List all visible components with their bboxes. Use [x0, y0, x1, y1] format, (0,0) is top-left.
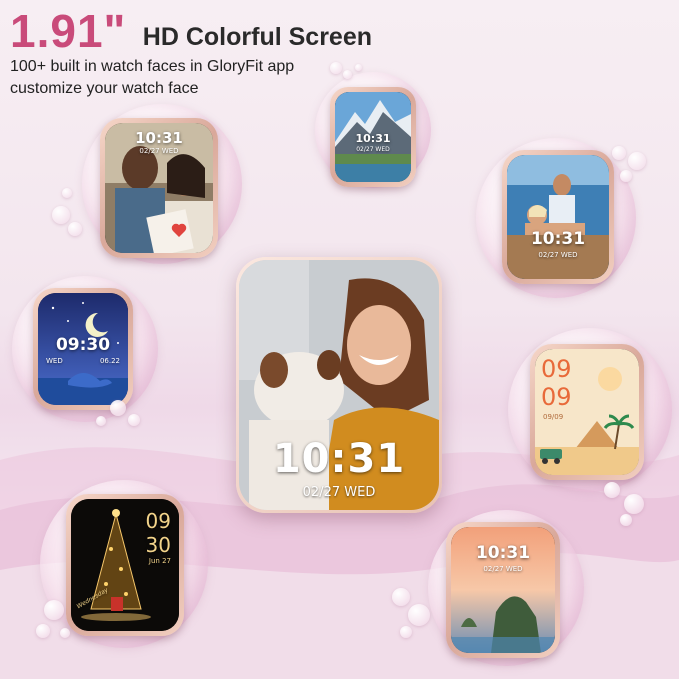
decor-bubble — [128, 414, 140, 426]
decor-bubble — [620, 170, 632, 182]
watch-hour: 09 — [541, 355, 572, 383]
watch-screen: 09 09 09/09 — [535, 349, 639, 475]
watch-date: 02/27 WED — [538, 251, 578, 259]
watch-face-main[interactable]: 10:31 02/27 WED — [236, 257, 442, 513]
decor-bubble — [408, 604, 430, 626]
watch-date: 09/09 — [543, 413, 564, 421]
decor-bubble — [620, 514, 632, 526]
watch-date: 02/27 WED — [356, 146, 390, 153]
decor-bubble — [62, 188, 72, 198]
watch-minute: 09 — [541, 383, 572, 411]
headline-title: HD Colorful Screen — [142, 22, 372, 51]
watch-time: 10:31 — [355, 132, 391, 145]
watch-time: 10:31 — [135, 129, 183, 147]
main-watch-date: 02/27 WED — [302, 485, 376, 500]
decor-bubble — [612, 146, 626, 160]
watch-face-couple[interactable]: 10:31 02/27 WED — [502, 150, 614, 284]
screen-size: 1.91" — [10, 5, 127, 57]
decor-bubble — [44, 600, 64, 620]
decor-bubble — [52, 206, 70, 224]
watch-minute: 30 — [145, 533, 171, 557]
headline: 1.91" HD Colorful Screen — [10, 4, 372, 58]
watch-date: 02/27 WED — [483, 565, 523, 573]
watch-screen: 10:31 02/27 WED — [507, 155, 609, 279]
watch-face-cliff[interactable]: 10:31 02/27 WED — [446, 522, 560, 658]
subtitle-line-1: 100+ built in watch faces in GloryFit ap… — [10, 58, 295, 75]
main-watch-screen: 10:31 02/27 WED — [239, 260, 439, 510]
watch-face-family[interactable]: 10:31 02/27 WED — [100, 118, 218, 258]
decor-bubble — [392, 588, 410, 606]
decor-bubble — [110, 400, 126, 416]
watch-face-night[interactable]: 09:30 WED 06.22 — [33, 288, 133, 410]
decor-bubble — [68, 222, 82, 236]
decor-bubble — [60, 628, 70, 638]
main-watch-time: 10:31 — [272, 436, 406, 482]
decor-bubble — [628, 152, 646, 170]
watch-screen: 09 30 Jun 27 Wednesday — [71, 499, 179, 631]
watch-face-desert[interactable]: 09 09 09/09 — [530, 344, 644, 480]
couple-photo — [507, 155, 609, 279]
decor-bubble — [624, 494, 644, 514]
subtitle-line-2: customize your watch face — [10, 80, 199, 97]
decor-bubble — [604, 482, 620, 498]
watch-screen: 10:31 02/27 WED — [105, 123, 213, 253]
watch-weekday: WED — [46, 357, 63, 365]
watch-date: 02/27 WED — [139, 147, 179, 155]
watch-date: 06.22 — [99, 357, 120, 365]
decor-bubble — [330, 62, 342, 74]
watch-month-day: Jun 27 — [148, 557, 171, 565]
decor-bubble — [355, 64, 362, 71]
watch-hour: 09 — [145, 509, 171, 533]
watch-time: 10:31 — [475, 543, 531, 563]
watch-face-mountain[interactable]: 10:31 02/27 WED — [330, 87, 416, 187]
watch-time: 10:31 — [530, 229, 586, 249]
watch-time: 09:30 — [55, 335, 111, 355]
decor-bubble — [400, 626, 412, 638]
decor-bubble — [36, 624, 50, 638]
decor-bubble — [96, 416, 106, 426]
watch-screen: 10:31 02/27 WED — [335, 92, 411, 182]
decor-bubble — [343, 70, 352, 79]
watch-screen: 10:31 02/27 WED — [451, 527, 555, 653]
watch-face-christmas[interactable]: 09 30 Jun 27 Wednesday — [66, 494, 184, 636]
watch-screen: 09:30 WED 06.22 — [38, 293, 128, 405]
